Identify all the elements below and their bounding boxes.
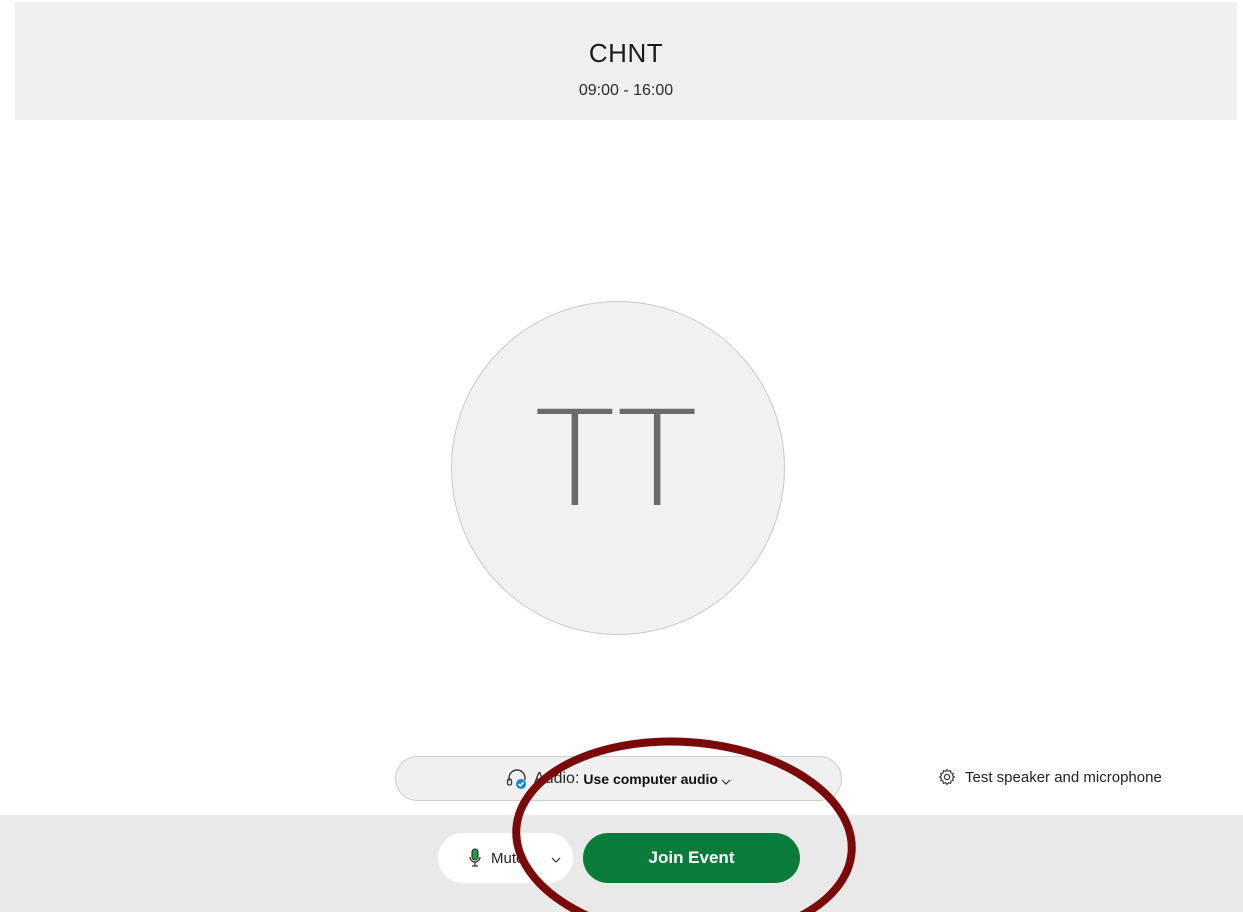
meeting-title: CHNT (588, 38, 664, 68)
meeting-header: CHNT 09:00 - 16:00 (15, 2, 1237, 120)
microphone-icon (468, 848, 482, 868)
test-speaker-label: Test speaker and microphone (965, 768, 1162, 786)
chevron-down-icon (721, 774, 731, 785)
mute-label: Mute (491, 849, 525, 867)
test-speaker-microphone-link[interactable]: Test speaker and microphone (938, 768, 1162, 786)
join-event-button[interactable]: Join Event (583, 833, 800, 883)
audio-prefix-label: Audio: (534, 769, 580, 787)
headset-icon (506, 768, 528, 790)
left-frame (0, 0, 15, 912)
audio-selector[interactable]: Audio: Use computer audio (395, 756, 842, 801)
mute-button[interactable]: Mute (438, 833, 573, 883)
meeting-join-window: CHNT 09:00 - 16:00 TT Audio: Use compute… (0, 0, 1243, 912)
audio-value-label: Use computer audio (583, 770, 718, 787)
chevron-down-icon[interactable] (551, 852, 561, 863)
avatar-initials: TT (534, 383, 702, 537)
avatar: TT (451, 301, 785, 635)
meeting-time: 09:00 - 16:00 (578, 82, 674, 99)
gear-icon (938, 768, 956, 786)
